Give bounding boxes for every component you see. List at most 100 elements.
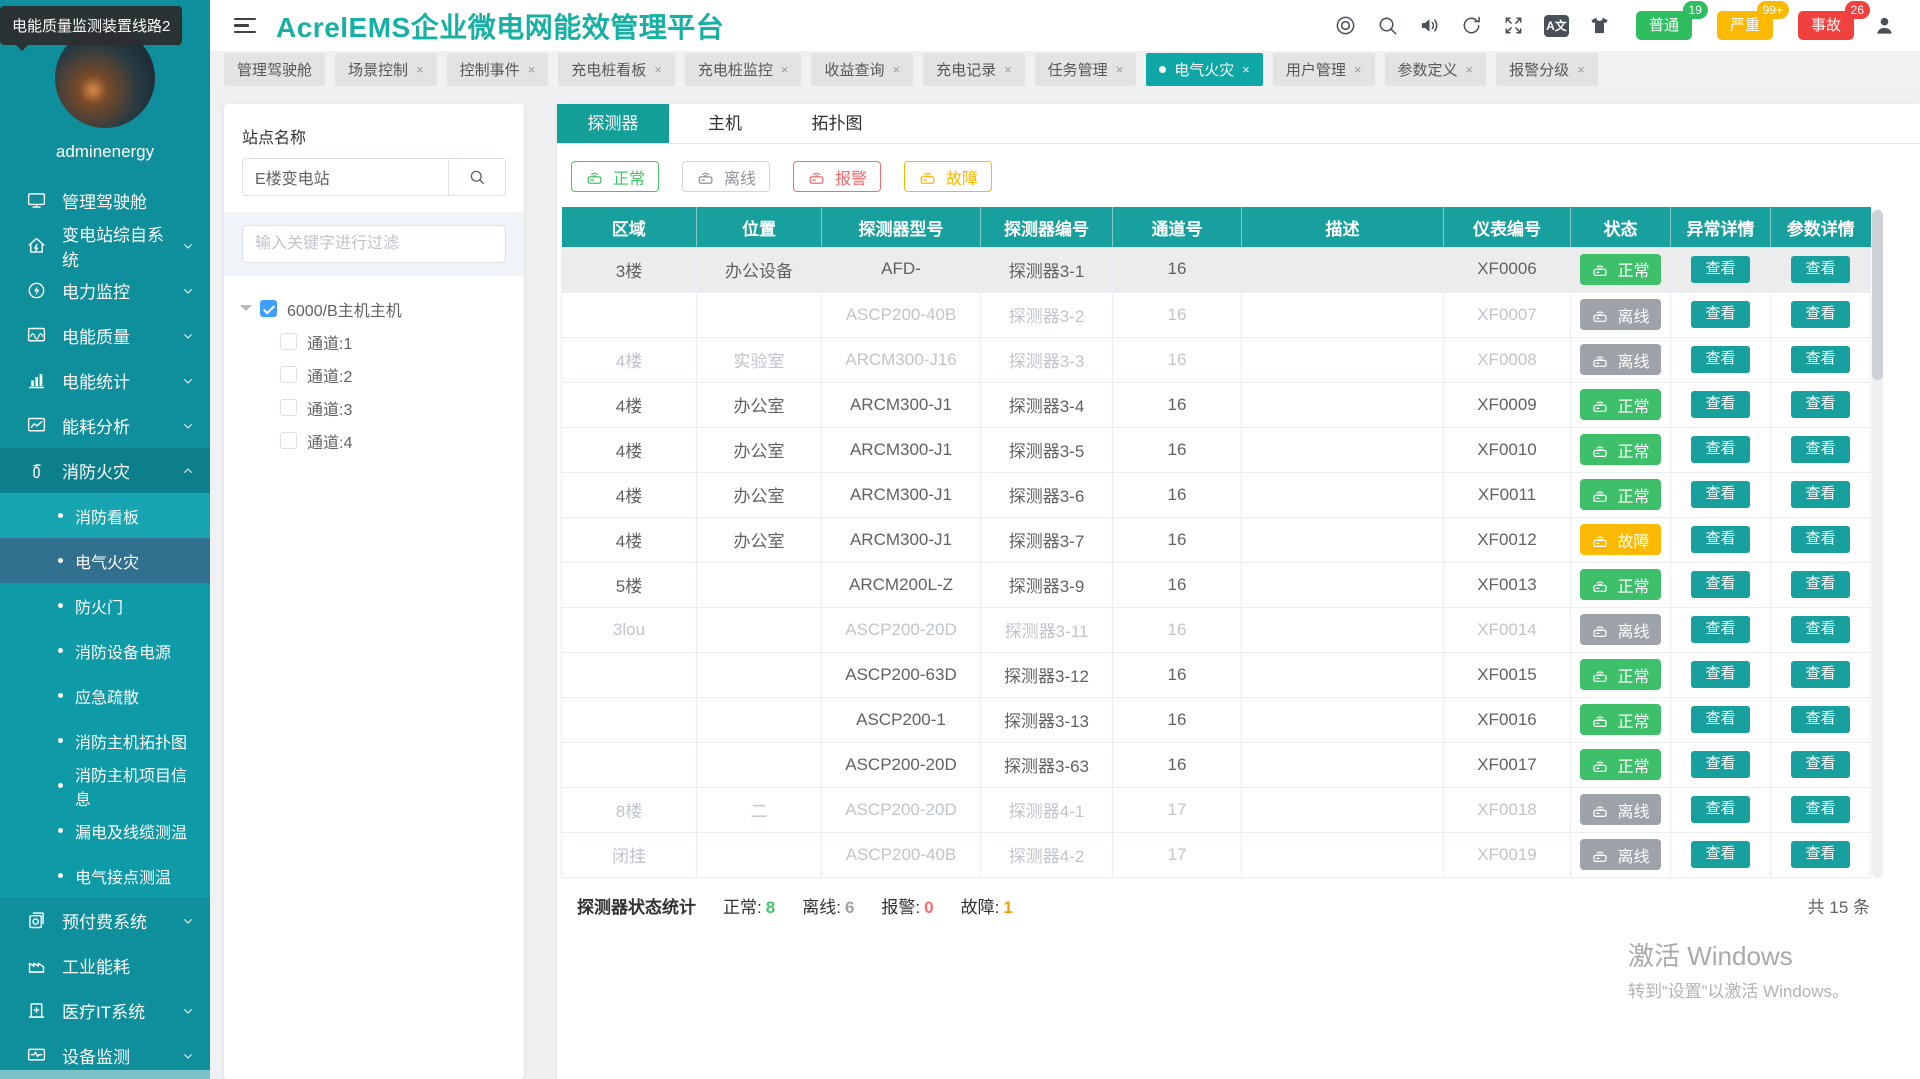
target-icon[interactable]: [1334, 14, 1357, 37]
fullscreen-icon[interactable]: [1502, 14, 1525, 37]
sidebar-item-industrial-energy[interactable]: 工业能耗: [0, 943, 210, 988]
close-icon[interactable]: ×: [1577, 62, 1585, 77]
filter-button-alarm[interactable]: 报警: [793, 161, 882, 192]
severe-alerts-pill[interactable]: 严重 99+: [1716, 1, 1789, 40]
close-icon[interactable]: ×: [528, 62, 536, 77]
param-detail-view-button[interactable]: 查看: [1791, 526, 1850, 553]
sidebar-item-dashboard[interactable]: 管理驾驶舱: [0, 178, 210, 223]
abnormal-detail-view-button[interactable]: 查看: [1691, 616, 1750, 643]
abnormal-detail-view-button[interactable]: 查看: [1691, 841, 1750, 868]
tree-node-root[interactable]: 6000/B主机主机: [234, 292, 514, 325]
tab-param-define[interactable]: 参数定义 ×: [1384, 52, 1487, 86]
main-tab-topology[interactable]: 拓扑图: [781, 104, 893, 143]
tree-node-channel-1[interactable]: 通道:1: [234, 325, 514, 358]
close-icon[interactable]: ×: [892, 62, 900, 77]
normal-alerts-pill[interactable]: 普通 19: [1635, 1, 1708, 40]
abnormal-detail-view-button[interactable]: 查看: [1691, 706, 1750, 733]
tab-charge-records[interactable]: 充电记录 ×: [923, 52, 1025, 86]
filter-button-offline[interactable]: 离线: [682, 161, 771, 192]
param-detail-view-button[interactable]: 查看: [1791, 616, 1850, 643]
tab-revenue-query[interactable]: 收益查询 ×: [811, 52, 914, 86]
close-icon[interactable]: ×: [1242, 62, 1250, 77]
search-icon[interactable]: [1376, 14, 1399, 37]
tab-control-events[interactable]: 控制事件 ×: [446, 52, 549, 86]
checkbox-unchecked[interactable]: [280, 366, 297, 383]
abnormal-detail-view-button[interactable]: 查看: [1691, 661, 1750, 688]
user-icon[interactable]: [1873, 14, 1896, 37]
sidebar-item-fire-board[interactable]: 消防看板: [0, 493, 210, 538]
param-detail-view-button[interactable]: 查看: [1791, 391, 1850, 418]
param-detail-view-button[interactable]: 查看: [1791, 841, 1850, 868]
tab-charger-board[interactable]: 充电桩看板 ×: [558, 52, 675, 86]
close-icon[interactable]: ×: [1004, 62, 1012, 77]
abnormal-detail-view-button[interactable]: 查看: [1691, 346, 1750, 373]
close-icon[interactable]: ×: [1116, 62, 1124, 77]
abnormal-detail-view-button[interactable]: 查看: [1691, 481, 1750, 508]
sidebar-item-substation-system[interactable]: 变电站综自系统: [0, 223, 210, 270]
param-detail-view-button[interactable]: 查看: [1791, 346, 1850, 373]
tab-scene-control[interactable]: 场景控制 ×: [335, 52, 437, 86]
param-detail-view-button[interactable]: 查看: [1791, 256, 1850, 283]
theme-icon[interactable]: [1588, 14, 1611, 37]
abnormal-detail-view-button[interactable]: 查看: [1691, 571, 1750, 598]
volume-icon[interactable]: [1418, 14, 1441, 37]
sidebar-item-leakage-cable-temp[interactable]: 漏电及线缆测温: [0, 808, 210, 853]
checkbox-unchecked[interactable]: [280, 333, 297, 350]
accident-alerts-pill[interactable]: 事故 26: [1797, 1, 1870, 40]
abnormal-detail-view-button[interactable]: 查看: [1691, 526, 1750, 553]
sidebar-item-fire-door[interactable]: 防火门: [0, 583, 210, 628]
sidebar-item-fire-safety[interactable]: 消防火灾: [0, 448, 210, 493]
param-detail-view-button[interactable]: 查看: [1791, 661, 1850, 688]
abnormal-detail-view-button[interactable]: 查看: [1691, 751, 1750, 778]
tree-node-channel-4[interactable]: 通道:4: [234, 424, 514, 457]
param-detail-view-button[interactable]: 查看: [1791, 481, 1850, 508]
close-icon[interactable]: ×: [1466, 62, 1474, 77]
tree-node-channel-3[interactable]: 通道:3: [234, 391, 514, 424]
tab-charger-monitor[interactable]: 充电桩监控 ×: [684, 52, 802, 86]
sidebar-item-fire-equipment-power[interactable]: 消防设备电源: [0, 628, 210, 673]
main-tab-host[interactable]: 主机: [669, 104, 781, 143]
tab-user-manage[interactable]: 用户管理 ×: [1272, 52, 1375, 86]
abnormal-detail-view-button[interactable]: 查看: [1691, 436, 1750, 463]
close-icon[interactable]: ×: [781, 62, 789, 77]
param-detail-view-button[interactable]: 查看: [1791, 301, 1850, 328]
sidebar-scrollbar[interactable]: [0, 1070, 210, 1079]
param-detail-view-button[interactable]: 查看: [1791, 751, 1850, 778]
caret-icon[interactable]: [240, 304, 252, 317]
param-detail-view-button[interactable]: 查看: [1791, 796, 1850, 823]
param-detail-view-button[interactable]: 查看: [1791, 436, 1850, 463]
abnormal-detail-view-button[interactable]: 查看: [1691, 301, 1750, 328]
sidebar-item-medical-it[interactable]: 医疗IT系统: [0, 988, 210, 1033]
tree-filter-input[interactable]: [242, 225, 506, 263]
tree-node-channel-2[interactable]: 通道:2: [234, 358, 514, 391]
sidebar-item-electrical-fire[interactable]: 电气火灾: [0, 538, 210, 583]
main-tab-detector[interactable]: 探测器: [557, 104, 669, 143]
sidebar-item-emergency-evacuation[interactable]: 应急疏散: [0, 673, 210, 718]
abnormal-detail-view-button[interactable]: 查看: [1691, 796, 1750, 823]
checkbox-unchecked[interactable]: [280, 432, 297, 449]
checkbox-unchecked[interactable]: [280, 399, 297, 416]
filter-button-fault[interactable]: 故障: [904, 161, 993, 192]
abnormal-detail-view-button[interactable]: 查看: [1691, 391, 1750, 418]
sidebar-item-power-monitor[interactable]: 电力监控: [0, 268, 210, 313]
menu-collapse-icon[interactable]: [234, 17, 256, 34]
close-icon[interactable]: ×: [1354, 62, 1362, 77]
tab-cockpit[interactable]: 管理驾驶舱: [224, 52, 326, 86]
filter-button-normal[interactable]: 正常: [571, 161, 660, 192]
close-icon[interactable]: ×: [416, 62, 424, 77]
site-search-input[interactable]: [242, 158, 448, 196]
tab-alarm-grading[interactable]: 报警分级 ×: [1496, 52, 1598, 86]
close-icon[interactable]: ×: [654, 62, 662, 77]
sidebar-item-fire-host-topology[interactable]: 消防主机拓扑图: [0, 718, 210, 763]
translate-icon[interactable]: A文: [1543, 14, 1569, 37]
sidebar-item-power-quality[interactable]: 电能质量: [0, 313, 210, 358]
table-scrollbar[interactable]: [1872, 210, 1883, 878]
site-search-button[interactable]: [448, 158, 506, 196]
refresh-icon[interactable]: [1460, 14, 1483, 37]
sidebar-item-prepaid-system[interactable]: 预付费系统: [0, 898, 210, 943]
checkbox-checked[interactable]: [260, 300, 277, 317]
sidebar-item-power-stats[interactable]: 电能统计: [0, 358, 210, 403]
sidebar-item-energy-analysis[interactable]: 能耗分析: [0, 403, 210, 448]
tab-electrical-fire[interactable]: 电气火灾 ×: [1146, 52, 1263, 86]
param-detail-view-button[interactable]: 查看: [1791, 706, 1850, 733]
